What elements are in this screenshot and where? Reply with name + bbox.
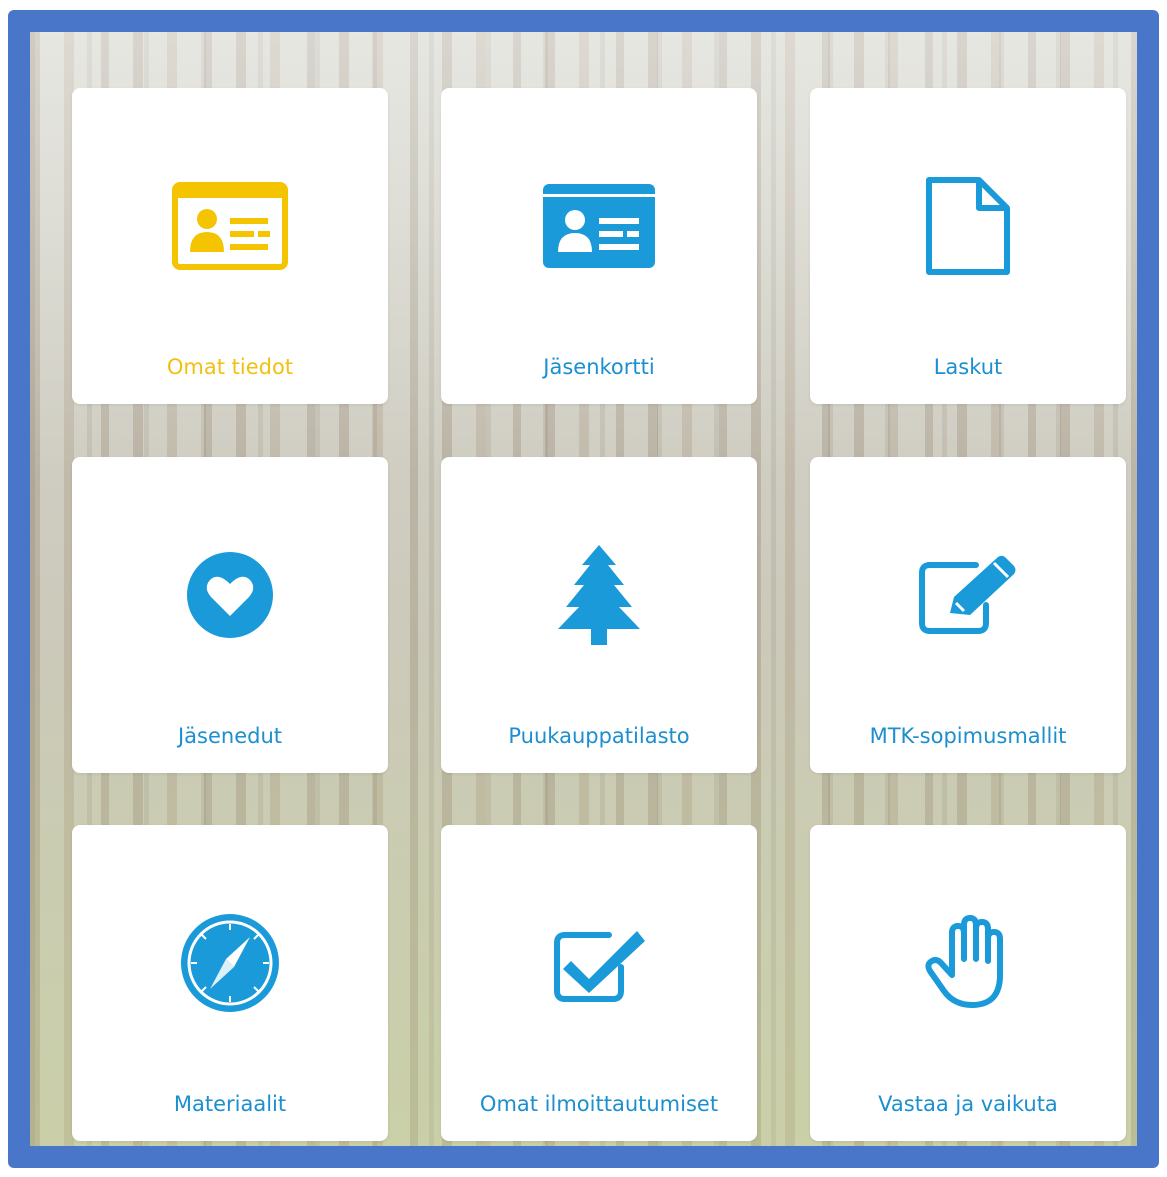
edit-icon bbox=[908, 545, 1028, 645]
checkbox-icon bbox=[539, 913, 659, 1013]
id-card-outline-icon bbox=[170, 176, 290, 276]
tile-label: Omat tiedot bbox=[166, 355, 294, 379]
tile-vastaa-ja-vaikuta[interactable]: Vastaa ja vaikuta bbox=[810, 825, 1126, 1141]
tile-label: Materiaalit bbox=[173, 1092, 287, 1116]
tree-icon bbox=[539, 545, 659, 645]
hand-icon bbox=[908, 913, 1028, 1013]
app-frame: Omat tiedot Jäsenkortti Laskut Jäsenedut… bbox=[8, 10, 1159, 1168]
tile-jasenkortti[interactable]: Jäsenkortti bbox=[441, 88, 757, 404]
tile-label: Puukauppatilasto bbox=[508, 724, 690, 748]
tile-omat-tiedot[interactable]: Omat tiedot bbox=[72, 88, 388, 404]
tile-puukauppatilasto[interactable]: Puukauppatilasto bbox=[441, 457, 757, 773]
tile-jasenedut[interactable]: Jäsenedut bbox=[72, 457, 388, 773]
tile-laskut[interactable]: Laskut bbox=[810, 88, 1126, 404]
tile-label: Vastaa ja vaikuta bbox=[878, 1092, 1058, 1116]
compass-icon bbox=[170, 913, 290, 1013]
tile-label: Laskut bbox=[933, 355, 1003, 379]
id-card-icon bbox=[539, 176, 659, 276]
tile-label: MTK-sopimusmallit bbox=[869, 724, 1067, 748]
tile-label: Jäsenedut bbox=[177, 724, 283, 748]
heart-icon bbox=[170, 545, 290, 645]
tile-omat-ilmoittautumiset[interactable]: Omat ilmoittautumiset bbox=[441, 825, 757, 1141]
tile-materiaalit[interactable]: Materiaalit bbox=[72, 825, 388, 1141]
tile-label: Jäsenkortti bbox=[543, 355, 655, 379]
tile-mtk-sopimusmallit[interactable]: MTK-sopimusmallit bbox=[810, 457, 1126, 773]
tile-label: Omat ilmoittautumiset bbox=[479, 1092, 719, 1116]
document-icon bbox=[908, 176, 1028, 276]
